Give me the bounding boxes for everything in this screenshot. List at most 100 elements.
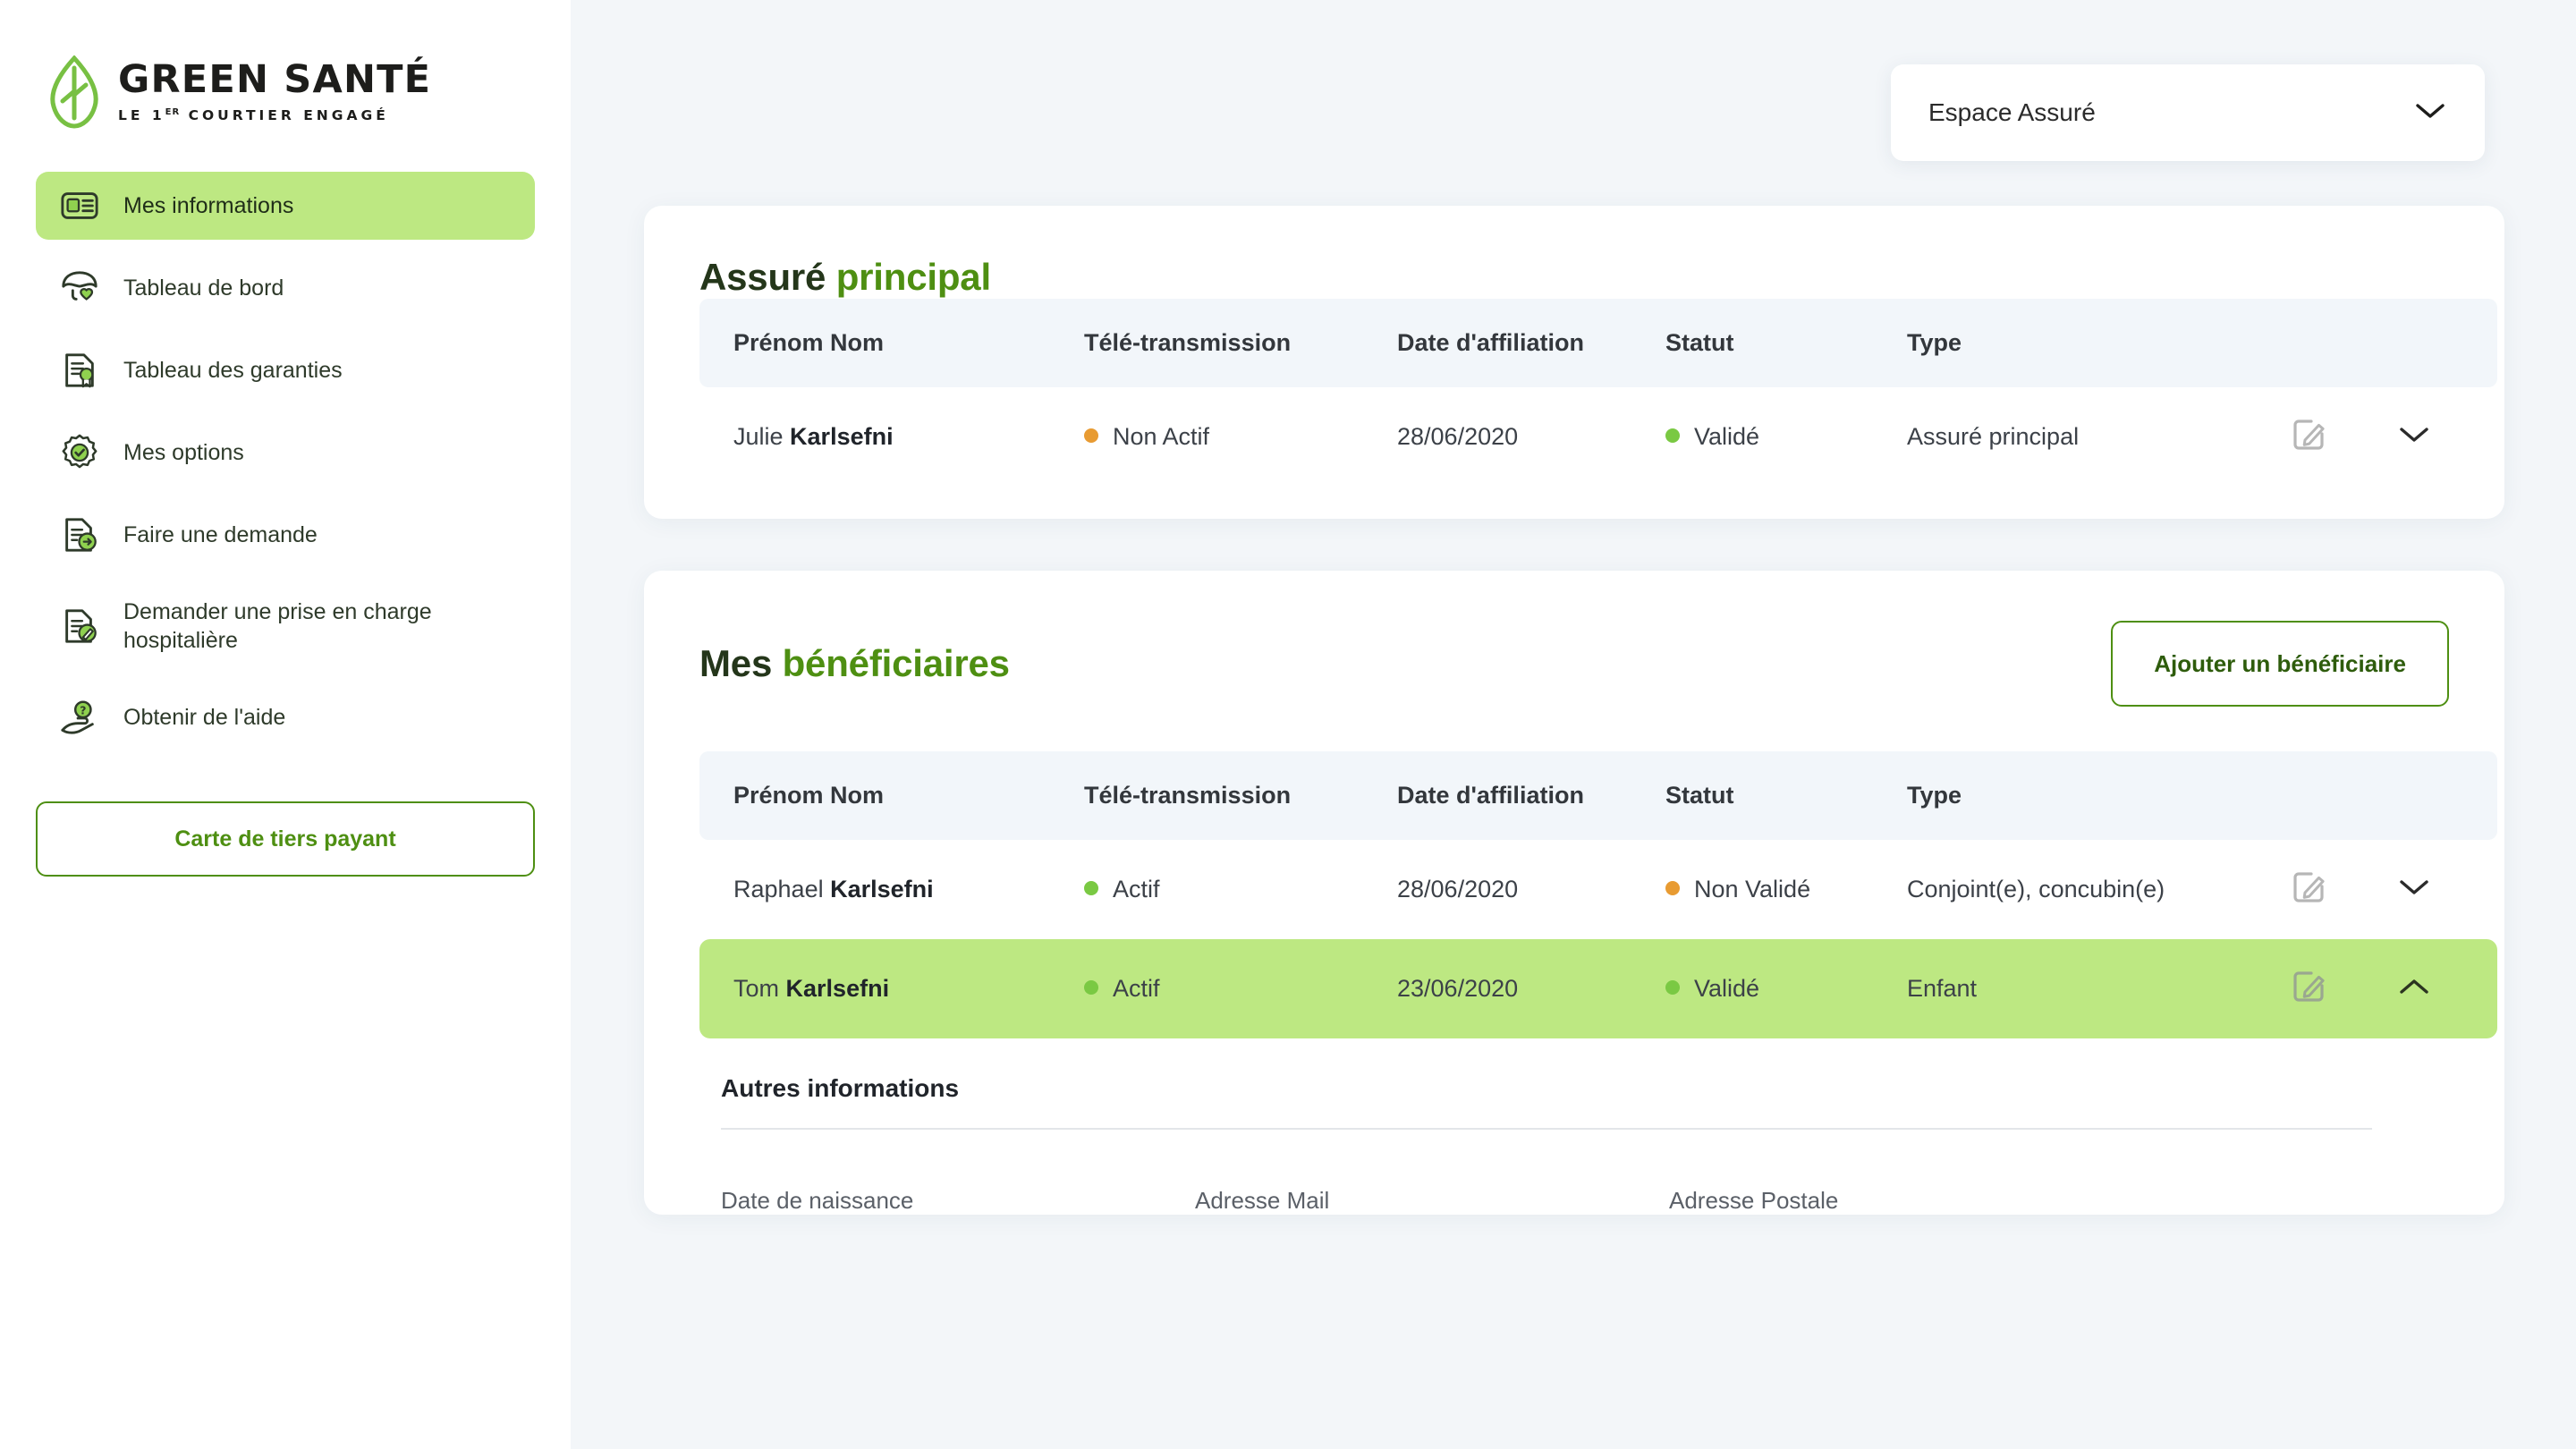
column-header-edit bbox=[2292, 751, 2399, 840]
page-title: Assuré principal bbox=[699, 256, 991, 298]
cell-edit[interactable] bbox=[2292, 840, 2399, 939]
column-header-expand bbox=[2399, 751, 2497, 840]
sidebar-item-tableau-de-bord[interactable]: Tableau de bord bbox=[36, 254, 535, 322]
row-last-name: Karlsefni bbox=[790, 423, 894, 450]
cell-statut: Non Validé bbox=[1665, 840, 1907, 939]
ajouter-beneficiaire-button[interactable]: Ajouter un bénéficiaire bbox=[2111, 621, 2449, 707]
field-label-adresse-mail: Adresse Mail bbox=[1195, 1187, 1330, 1214]
cell-date-affiliation: 28/06/2020 bbox=[1397, 876, 1519, 902]
umbrella-heart-icon bbox=[59, 267, 100, 309]
column-header-prenom-nom: Prénom Nom bbox=[733, 329, 885, 356]
column-header-tele-transmission: Télé-transmission bbox=[1084, 329, 1292, 356]
beneficiaires-table: Prénom Nom Télé-transmission Date d'affi… bbox=[699, 751, 2497, 1038]
edit-square-icon[interactable] bbox=[2292, 869, 2327, 904]
statut-value: Non Validé bbox=[1694, 876, 1811, 902]
leaf-logo-icon bbox=[47, 55, 102, 129]
sidebar-item-mes-informations[interactable]: Mes informations bbox=[36, 172, 535, 240]
table-row[interactable]: Raphael Karlsefni Actif 28/06/2020 Non V… bbox=[699, 840, 2497, 939]
autres-informations-fields: Date de naissance Adresse Mail Adresse P… bbox=[721, 1130, 2449, 1215]
sidebar-item-label: Faire une demande bbox=[123, 522, 318, 547]
sidebar-item-mes-options[interactable]: Mes options bbox=[36, 419, 535, 487]
cell-date-affiliation: 23/06/2020 bbox=[1397, 975, 1519, 1002]
id-card-icon bbox=[59, 185, 100, 226]
table-header-row: Prénom Nom Télé-transmission Date d'affi… bbox=[699, 751, 2497, 840]
table-header: Prénom Nom Télé-transmission Date d'affi… bbox=[699, 299, 2497, 387]
cell-tele-transmission: Actif bbox=[1084, 840, 1397, 939]
cell-tele-transmission: Non Actif bbox=[1084, 387, 1397, 487]
cell-statut: Validé bbox=[1665, 387, 1907, 487]
cell-type: Assuré principal bbox=[1907, 423, 2080, 450]
sidebar-item-obtenir-de-laide[interactable]: ? Obtenir de l'aide bbox=[36, 683, 535, 751]
sidebar-item-faire-une-demande[interactable]: Faire une demande bbox=[36, 501, 535, 569]
cell-type: Enfant bbox=[1907, 975, 1978, 1002]
assure-principal-header: Assuré principal bbox=[644, 256, 2504, 299]
status-dot bbox=[1665, 980, 1680, 995]
tele-transmission-value: Actif bbox=[1113, 975, 1160, 1002]
column-header-type: Type bbox=[1907, 782, 1962, 809]
sidebar-item-label: Mes options bbox=[123, 440, 244, 465]
chevron-up-icon[interactable] bbox=[2399, 975, 2429, 995]
brand-tagline: LE 1ER COURTIER ENGAGÉ bbox=[118, 106, 389, 124]
cell-tele-transmission: Actif bbox=[1084, 939, 1397, 1038]
document-award-icon bbox=[59, 350, 100, 391]
table-row[interactable]: Julie Karlsefni Non Actif 28/06/2020 Val… bbox=[699, 387, 2497, 487]
table-body: Julie Karlsefni Non Actif 28/06/2020 Val… bbox=[699, 387, 2497, 487]
row-first-name: Julie bbox=[733, 423, 784, 450]
statut-value: Validé bbox=[1694, 975, 1760, 1002]
edit-square-icon[interactable] bbox=[2292, 416, 2327, 452]
sidebar: GREEN SANTÉ LE 1ER COURTIER ENGAGÉ Mes i… bbox=[0, 0, 571, 1449]
espace-selector-value: Espace Assuré bbox=[1928, 98, 2096, 126]
brand-logo[interactable]: GREEN SANTÉ LE 1ER COURTIER ENGAGÉ bbox=[0, 0, 571, 129]
status-dot bbox=[1084, 881, 1098, 895]
row-first-name: Raphael bbox=[733, 876, 824, 902]
status-dot bbox=[1665, 881, 1680, 895]
cell-prenom-nom: Julie Karlsefni bbox=[699, 387, 1084, 487]
autres-informations-panel: Autres informations Date de naissance Ad… bbox=[644, 1038, 2504, 1215]
assure-principal-table: Prénom Nom Télé-transmission Date d'affi… bbox=[699, 299, 2497, 487]
column-header-statut: Statut bbox=[1665, 782, 1734, 809]
app-root: GREEN SANTÉ LE 1ER COURTIER ENGAGÉ Mes i… bbox=[0, 0, 2576, 1449]
autres-informations-title: Autres informations bbox=[721, 1074, 960, 1102]
cell-edit[interactable] bbox=[2292, 387, 2399, 487]
sidebar-item-label: Obtenir de l'aide bbox=[123, 705, 286, 730]
chevron-down-icon[interactable] bbox=[2399, 423, 2429, 443]
tele-transmission-value: Non Actif bbox=[1113, 423, 1210, 450]
cell-expand[interactable] bbox=[2399, 840, 2497, 939]
status-dot bbox=[1665, 428, 1680, 443]
sidebar-item-label: Demander une prise en charge hospitalièr… bbox=[123, 599, 432, 653]
carte-tiers-payant-button[interactable]: Carte de tiers payant bbox=[36, 801, 535, 877]
assure-principal-card: Assuré principal Prénom Nom Télé-transmi… bbox=[644, 206, 2504, 519]
column-header-edit bbox=[2292, 299, 2399, 387]
main-content: Espace Assuré Assuré principal Prénom No… bbox=[571, 0, 2576, 1449]
table-body: Raphael Karlsefni Actif 28/06/2020 Non V… bbox=[699, 840, 2497, 1038]
column-header-expand bbox=[2399, 299, 2497, 387]
row-last-name: Karlsefni bbox=[785, 975, 890, 1002]
table-header: Prénom Nom Télé-transmission Date d'affi… bbox=[699, 751, 2497, 840]
table-row[interactable]: Tom Karlsefni Actif 23/06/2020 Validé En… bbox=[699, 939, 2497, 1038]
brand-name: GREEN SANTÉ bbox=[118, 56, 432, 102]
column-header-date-affiliation: Date d'affiliation bbox=[1397, 782, 1584, 809]
column-header-prenom-nom: Prénom Nom bbox=[733, 782, 885, 809]
ajouter-beneficiaire-label: Ajouter un bénéficiaire bbox=[2154, 649, 2406, 677]
cell-edit[interactable] bbox=[2292, 939, 2399, 1038]
mes-beneficiaires-card: Mes bénéficiaires Ajouter un bénéficiair… bbox=[644, 571, 2504, 1215]
topbar: Espace Assuré bbox=[571, 0, 2576, 161]
column-header-date-affiliation: Date d'affiliation bbox=[1397, 329, 1584, 356]
table-header-row: Prénom Nom Télé-transmission Date d'affi… bbox=[699, 299, 2497, 387]
sidebar-nav: Mes informations Tableau de bord Tableau… bbox=[0, 172, 571, 751]
hand-question-icon: ? bbox=[59, 697, 100, 738]
status-dot bbox=[1084, 980, 1098, 995]
sidebar-item-prise-en-charge-hospitaliere[interactable]: Demander une prise en charge hospitalièr… bbox=[36, 583, 535, 669]
chevron-down-icon[interactable] bbox=[2399, 876, 2429, 895]
section-title-beneficiaires: Mes bénéficiaires bbox=[699, 642, 1010, 684]
sidebar-item-label: Tableau de bord bbox=[123, 275, 284, 301]
row-first-name: Tom bbox=[733, 975, 780, 1002]
edit-square-icon[interactable] bbox=[2292, 968, 2327, 1004]
cell-expand[interactable] bbox=[2399, 387, 2497, 487]
cell-collapse[interactable] bbox=[2399, 939, 2497, 1038]
espace-selector[interactable]: Espace Assuré bbox=[1891, 64, 2485, 161]
carte-tiers-payant-label: Carte de tiers payant bbox=[174, 826, 396, 852]
cell-date-affiliation: 28/06/2020 bbox=[1397, 423, 1519, 450]
sidebar-item-tableau-des-garanties[interactable]: Tableau des garanties bbox=[36, 336, 535, 404]
cell-type: Conjoint(e), concubin(e) bbox=[1907, 876, 2165, 902]
